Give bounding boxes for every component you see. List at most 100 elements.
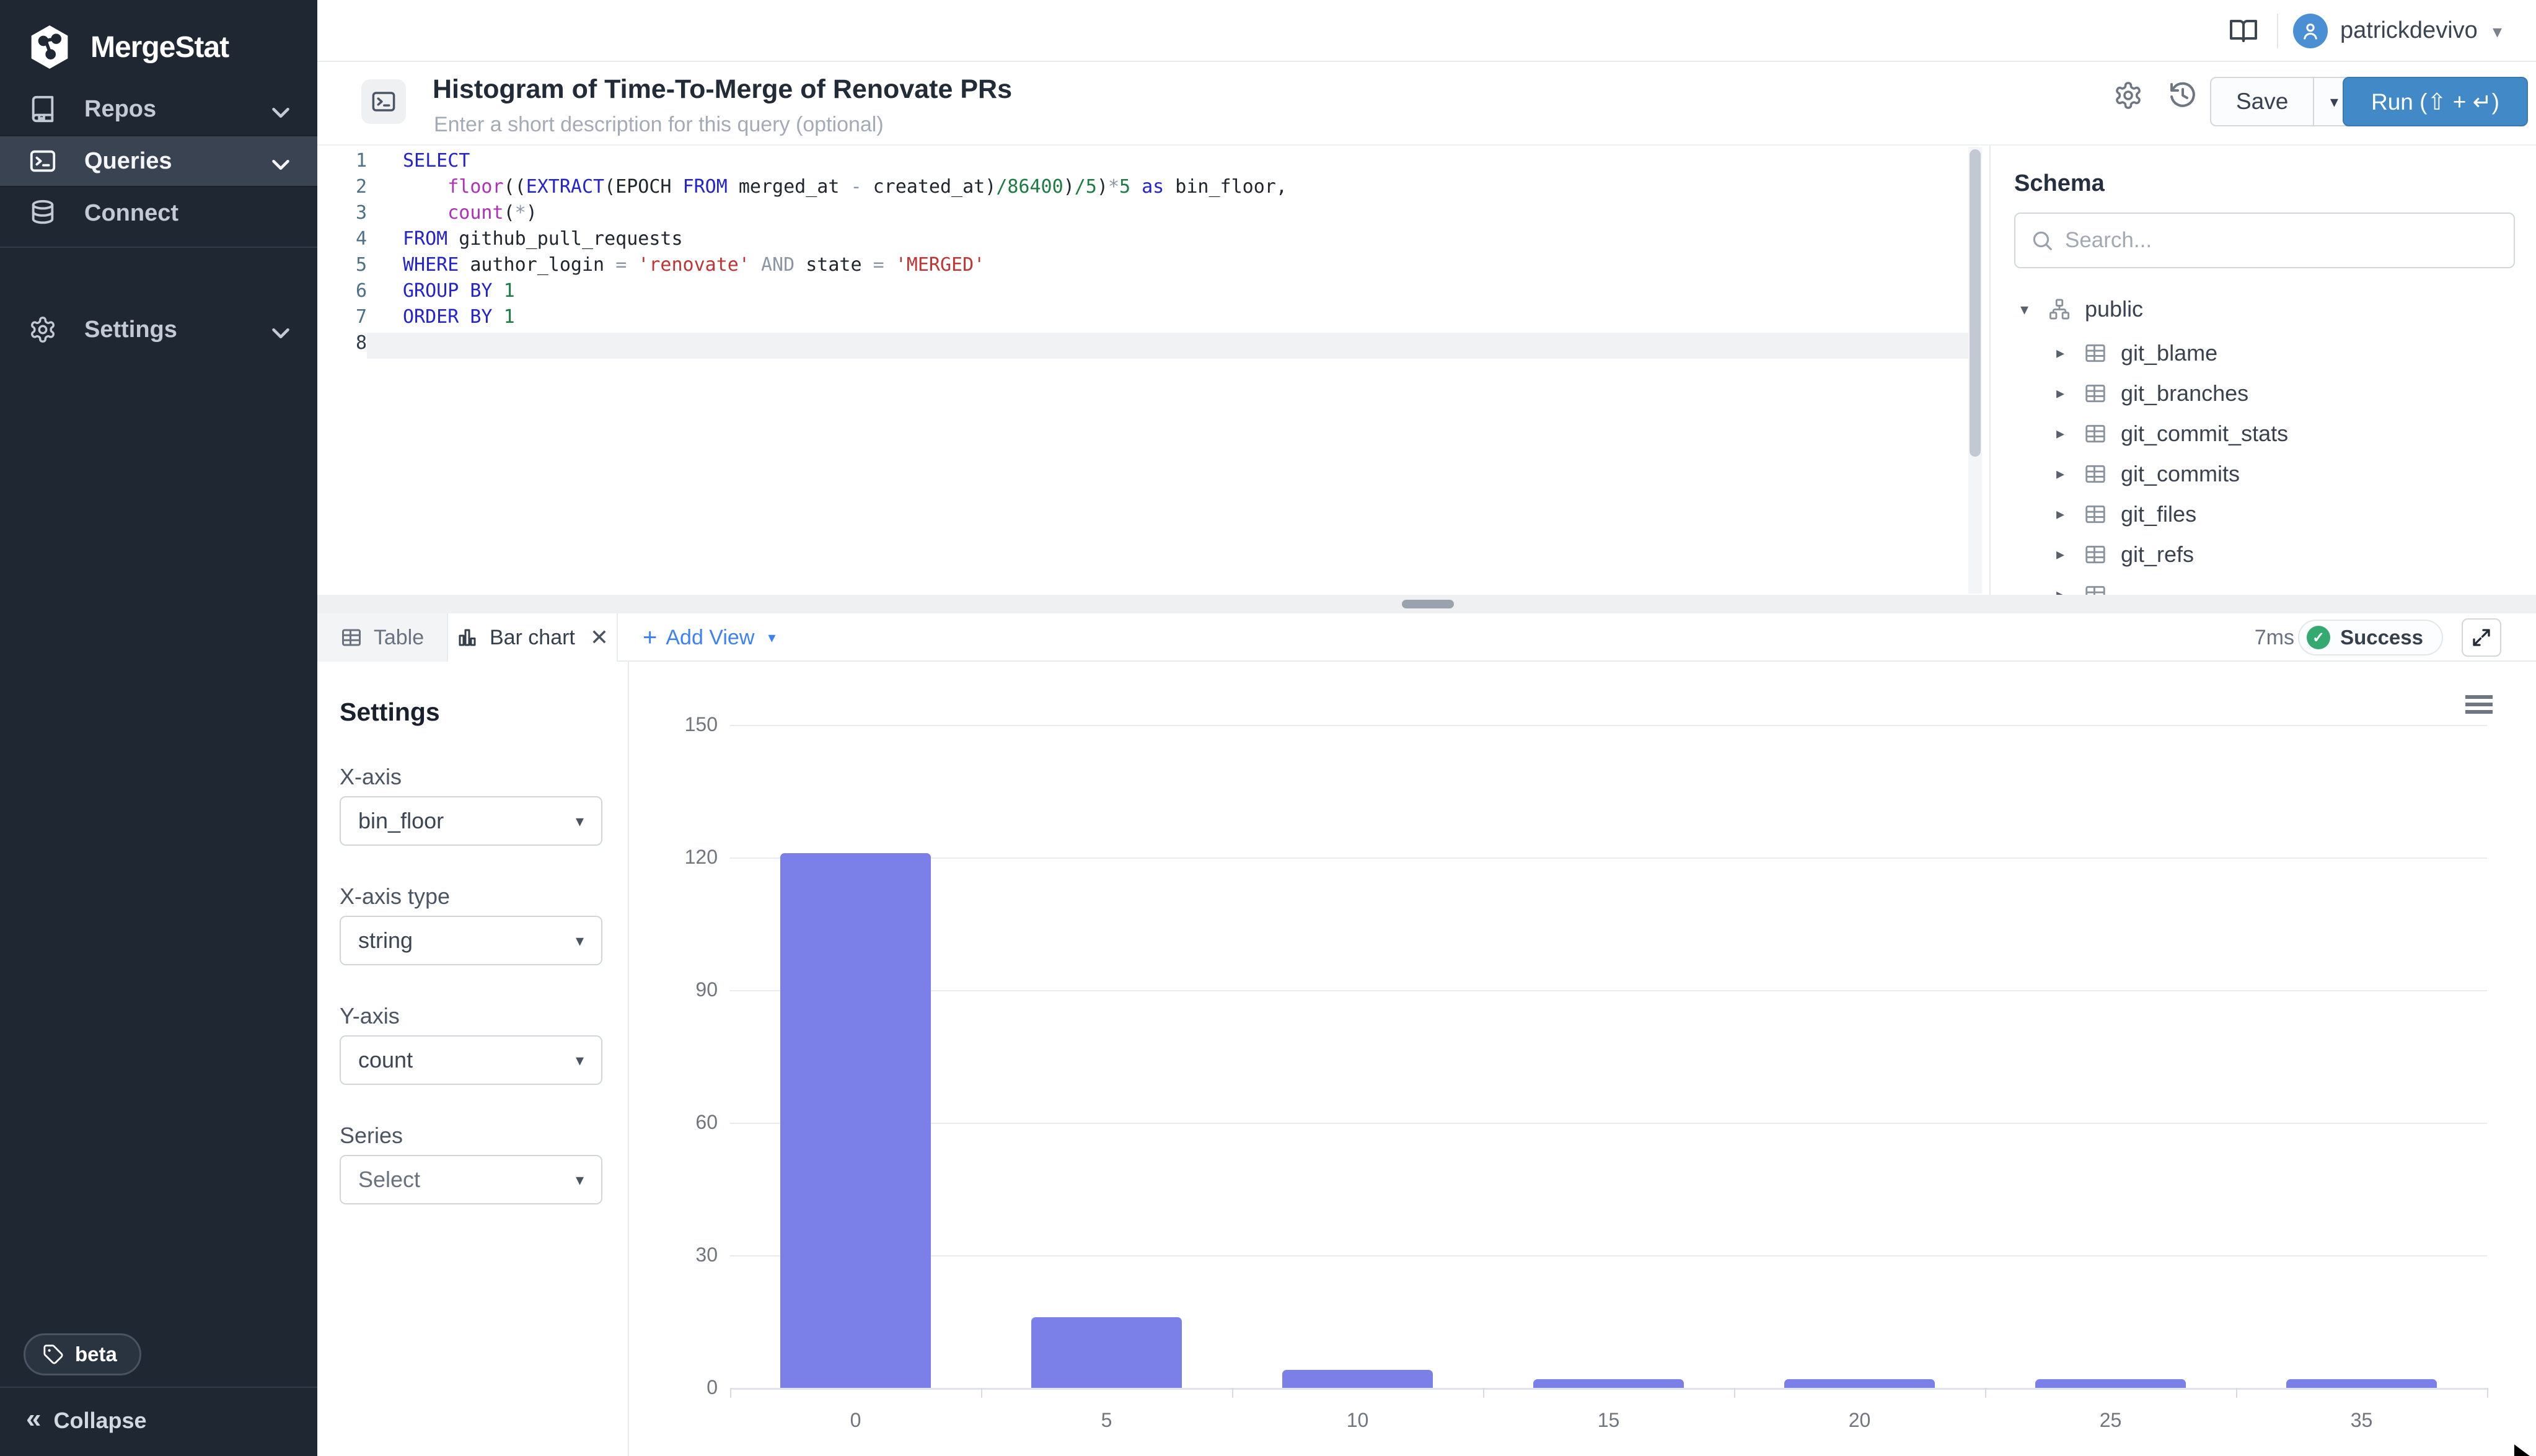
caret-right-icon[interactable]: ▸ xyxy=(2056,545,2084,564)
select-x-axis-type[interactable]: string▾ xyxy=(340,916,602,965)
tab-bar-chart[interactable]: Bar chart ✕ xyxy=(448,613,618,662)
chart-menu-icon[interactable] xyxy=(2465,695,2493,714)
code-line-3[interactable]: count(*) xyxy=(403,200,537,226)
x-axis-tick-label: 35 xyxy=(2300,1409,2424,1432)
schema-table-git_refs[interactable]: ▸git_refs xyxy=(1991,534,2536,574)
query-title[interactable]: Histogram of Time-To-Merge of Renovate P… xyxy=(433,74,1012,105)
sql-editor[interactable]: 12345678 SELECT floor((EXTRACT(EPOCH FRO… xyxy=(317,146,1989,595)
query-settings-gear-icon[interactable] xyxy=(2113,81,2143,110)
select-series[interactable]: Select▾ xyxy=(340,1155,602,1204)
terminal-icon xyxy=(371,89,397,115)
sidebar-item-label: Settings xyxy=(84,317,266,343)
select-value: count xyxy=(358,1047,576,1073)
x-axis-tick-label: 0 xyxy=(794,1409,918,1432)
mouse-cursor xyxy=(2504,1437,2536,1456)
caret-right-icon[interactable]: ▸ xyxy=(2056,504,2084,524)
sidebar-item-repos[interactable]: Repos xyxy=(0,83,317,135)
beta-label: beta xyxy=(75,1343,117,1366)
gridline xyxy=(730,1123,2487,1124)
close-tab-icon[interactable]: ✕ xyxy=(590,625,609,651)
x-axis-line xyxy=(730,1388,2487,1390)
sql-token: 'renovate' xyxy=(638,254,750,276)
avatar[interactable] xyxy=(2293,14,2328,48)
collapse-sidebar-button[interactable]: « Collapse xyxy=(26,1408,147,1434)
sql-token: ) xyxy=(526,202,537,224)
chevron-down-icon xyxy=(266,151,288,172)
select-y-axis[interactable]: count▾ xyxy=(340,1035,602,1085)
field-label-series: Series xyxy=(340,1123,403,1149)
select-x-axis[interactable]: bin_floor▾ xyxy=(340,796,602,846)
caret-right-icon[interactable]: ▸ xyxy=(2056,424,2084,443)
caret-right-icon[interactable]: ▸ xyxy=(2056,464,2084,483)
schema-node-public[interactable]: ▾public xyxy=(1991,286,2536,333)
bar-15 xyxy=(1533,1379,1684,1388)
sql-token: state xyxy=(795,254,873,276)
sql-token xyxy=(884,254,896,276)
sql-token: FROM xyxy=(403,228,447,250)
pane-resize-divider[interactable] xyxy=(317,595,2536,613)
code-line-6[interactable]: GROUP BY 1 xyxy=(403,278,515,304)
sidebar-item-queries[interactable]: Queries xyxy=(0,135,317,187)
x-axis-tick xyxy=(1232,1388,1233,1398)
caret-right-icon[interactable]: ▸ xyxy=(2056,343,2084,362)
chevron-down-icon xyxy=(266,319,288,340)
status-label: Success xyxy=(2340,626,2423,649)
sidebar-nav: ReposQueriesConnect Settings xyxy=(0,83,317,356)
caret-down-icon[interactable]: ▾ xyxy=(2020,300,2048,319)
brand-logo[interactable]: MergeStat xyxy=(25,22,229,72)
database-icon xyxy=(29,199,57,227)
sql-token: (EPOCH xyxy=(604,176,682,198)
sql-token: = xyxy=(615,254,627,276)
status-badge: ✓ Success xyxy=(2298,620,2443,656)
y-axis-tick-label: 90 xyxy=(631,978,718,1001)
success-check-icon: ✓ xyxy=(2307,626,2330,649)
chevron-down-icon xyxy=(266,99,288,120)
sidebar-item-settings[interactable]: Settings xyxy=(0,304,317,356)
query-description-placeholder[interactable]: Enter a short description for this query… xyxy=(434,113,884,137)
editor-scrollbar-thumb[interactable] xyxy=(1970,149,1981,457)
line-number: 8 xyxy=(322,330,367,356)
bar-5 xyxy=(1031,1317,1182,1388)
sql-token: WHERE xyxy=(403,254,459,276)
schema-table-git_branches[interactable]: ▸git_branches xyxy=(1991,373,2536,413)
settings-heading: Settings xyxy=(340,698,440,727)
caret-right-icon[interactable]: ▸ xyxy=(2056,384,2084,403)
line-number: 2 xyxy=(322,174,367,200)
app-window: MergeStat ReposQueriesConnect Settings be… xyxy=(0,0,2536,1456)
schema-table-git_blame[interactable]: ▸git_blame xyxy=(1991,333,2536,373)
sql-token: count xyxy=(447,202,503,224)
code-line-4[interactable]: FROM github_pull_requests xyxy=(403,226,683,252)
schema-table-clipped[interactable]: ▸ xyxy=(1991,574,2536,595)
documentation-book-icon[interactable] xyxy=(2229,16,2258,46)
code-line-7[interactable]: ORDER BY 1 xyxy=(403,304,515,330)
add-view-button[interactable]: + Add View ▾ xyxy=(643,613,775,662)
run-button[interactable]: Run (⇧ + ↵) xyxy=(2343,77,2528,126)
brand-name: MergeStat xyxy=(90,30,229,64)
select-caret-icon: ▾ xyxy=(576,1170,584,1190)
save-button[interactable]: Save xyxy=(2211,78,2313,125)
caret-right-icon[interactable]: ▸ xyxy=(2056,585,2084,595)
resize-handle[interactable] xyxy=(1402,600,1454,608)
y-axis-tick-label: 120 xyxy=(631,846,718,869)
sidebar-item-connect[interactable]: Connect xyxy=(0,187,317,239)
schema-table-git_commit_stats[interactable]: ▸git_commit_stats xyxy=(1991,413,2536,454)
user-menu[interactable]: patrickdevivo xyxy=(2340,17,2478,44)
tab-table[interactable]: Table xyxy=(317,613,448,662)
schema-search-input[interactable] xyxy=(2065,228,2499,253)
line-number: 7 xyxy=(322,304,367,330)
x-axis-tick xyxy=(1483,1388,1484,1398)
sql-token: ) xyxy=(1097,176,1108,198)
code-line-5[interactable]: WHERE author_login = 'renovate' AND stat… xyxy=(403,252,985,278)
schema-table-git_files[interactable]: ▸git_files xyxy=(1991,494,2536,534)
code-line-1[interactable]: SELECT xyxy=(403,148,470,174)
sql-token: EXTRACT xyxy=(526,176,604,198)
schema-table-git_commits[interactable]: ▸git_commits xyxy=(1991,454,2536,494)
results-toolbar: Table Bar chart ✕ + Add View ▾ 7ms ✓ Suc… xyxy=(317,613,2536,662)
user-menu-caret-icon[interactable]: ▾ xyxy=(2493,21,2502,43)
sql-token: ) xyxy=(1063,176,1075,198)
expand-results-button[interactable] xyxy=(2462,618,2501,657)
code-line-2[interactable]: floor((EXTRACT(EPOCH FROM merged_at - cr… xyxy=(403,174,1287,200)
schema-panel: Schema ▾public▸git_blame▸git_branches▸gi… xyxy=(1989,146,2536,595)
query-history-icon[interactable] xyxy=(2168,81,2198,110)
schema-tree: ▾public▸git_blame▸git_branches▸git_commi… xyxy=(1991,286,2536,595)
